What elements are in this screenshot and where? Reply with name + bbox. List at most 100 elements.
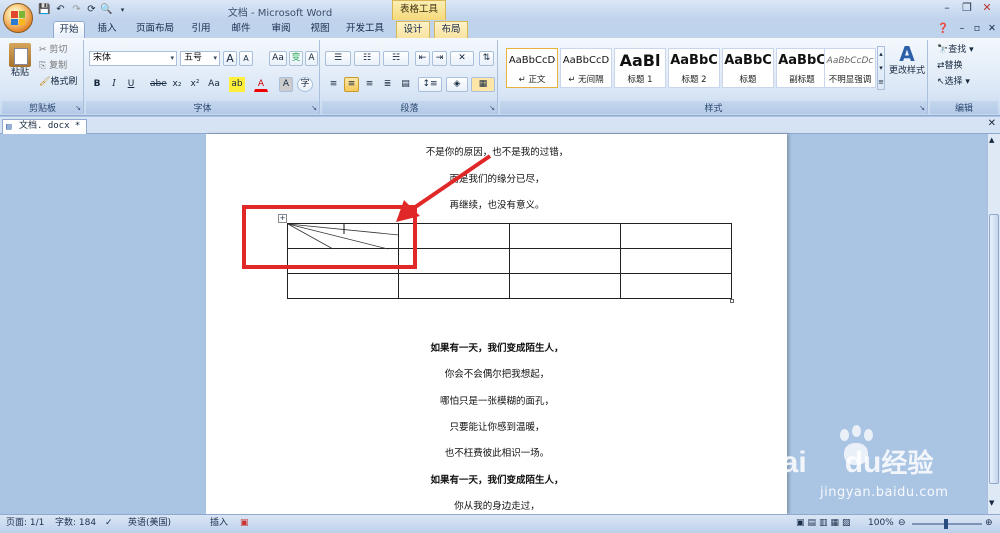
table-cell[interactable] [509,248,621,274]
tab-review[interactable]: 审阅 [264,21,298,38]
align-right-button[interactable]: ≡ [362,77,377,92]
table-cell[interactable] [509,273,621,299]
font-launcher-icon[interactable]: ↘ [311,104,317,112]
close-window-icon[interactable]: ✕ [977,2,997,16]
tab-view[interactable]: 视图 [303,21,337,38]
paste-button[interactable]: 粘贴 [6,42,34,86]
cut-button[interactable]: ✂ 剪切 [38,43,80,58]
style-no-spacing[interactable]: AaBbCcD ↵ 无间隔 [560,48,612,88]
highlight-button[interactable]: ab [229,77,245,92]
align-right-icon: ≡ [365,79,374,89]
table-cell[interactable] [620,273,732,299]
grow-font-button[interactable]: A [223,51,237,66]
table-cell[interactable] [620,223,732,249]
bullets-button[interactable]: ☰ [325,51,351,66]
scroll-up-icon[interactable]: ▲ [989,136,994,144]
numbering-button[interactable]: ☷ [354,51,380,66]
subscript-button[interactable]: x₂ [169,77,185,92]
zoom-in-icon[interactable]: ⊕ [985,515,993,532]
char-border-button[interactable]: A [305,51,318,66]
style-subtle-emphasis[interactable]: AaBbCcDc 不明显强调 [824,48,876,88]
italic-button[interactable]: I [107,77,121,92]
bold-button[interactable]: B [90,77,104,92]
borders-button[interactable]: ▦ [471,77,495,92]
change-case-button[interactable]: Aa [205,77,223,92]
font-group-label: 字体 [86,101,319,114]
macro-record-icon[interactable]: ▣ [240,515,249,532]
scrollbar-thumb[interactable] [989,214,999,484]
table-cell[interactable] [287,273,399,299]
clipboard-launcher-icon[interactable]: ↘ [75,104,81,112]
table-resize-handle-icon[interactable] [730,299,734,303]
char-shading-button[interactable]: A [279,77,293,92]
tab-developer[interactable]: 开发工具 [342,21,388,38]
table-cell[interactable] [398,273,510,299]
doc-close-icon[interactable]: ✕ [985,21,999,38]
superscript-button[interactable]: x² [187,77,203,92]
style-title[interactable]: AaBbC 标题 [722,48,774,88]
styles-launcher-icon[interactable]: ↘ [919,104,925,112]
table-cell[interactable] [509,223,621,249]
office-button[interactable] [3,3,33,33]
format-painter-button[interactable]: 🖌格式刷 [38,75,84,90]
shading-button[interactable]: ◈ [446,77,468,92]
view-buttons[interactable]: ▣▤▥▦▧ [796,515,854,532]
zoom-out-icon[interactable]: ⊖ [898,515,906,532]
align-left-button[interactable]: ≡ [326,77,341,92]
underline-button[interactable]: U [124,77,138,92]
multilevel-list-button[interactable]: ☵ [383,51,409,66]
shrink-font-button[interactable]: A [239,51,253,66]
change-styles-button[interactable]: A 更改样式 [888,42,926,88]
font-size-combo[interactable]: 五号 ▾ [180,51,220,66]
style-heading-1[interactable]: AaBl 标题 1 [614,48,666,88]
tab-references[interactable]: 引用 [184,21,218,38]
style-heading-2[interactable]: AaBbC 标题 2 [668,48,720,88]
insert-mode[interactable]: 插入 [210,515,228,532]
tab-insert[interactable]: 插入 [90,21,124,38]
select-button[interactable]: ↖选择 ▾ [936,75,992,90]
language-indicator[interactable]: 英语(美国) [128,515,171,532]
enclose-char-button[interactable]: 字 [297,77,313,92]
proofing-icon[interactable]: ✓ [105,515,113,532]
ribbon-minimize-icon[interactable]: – [955,21,969,38]
decrease-indent-button[interactable]: ⇤ [415,51,430,66]
tab-design[interactable]: 设计 [396,21,430,38]
tab-page-layout[interactable]: 页面布局 [132,21,178,38]
distribute-button[interactable]: ▤ [398,77,413,92]
tab-home[interactable]: 开始 [53,21,85,38]
document-tab[interactable]: ▤ 文档. docx * [2,119,88,134]
word-count[interactable]: 字数: 184 [55,515,96,532]
font-color-button[interactable]: A [254,77,268,92]
help-icon[interactable]: ❓ [936,21,950,38]
replace-button[interactable]: ⇄替换 [936,59,992,74]
tab-layout[interactable]: 布局 [434,21,468,38]
style-subtitle[interactable]: AaBbC 副标题 [776,48,828,88]
line-spacing-button[interactable]: ↕≡ [418,77,442,92]
increase-indent-button[interactable]: ⇥ [432,51,447,66]
copy-button[interactable]: ⎘ 复制 [38,59,80,74]
restore-icon[interactable]: ❐ [957,2,977,16]
styles-scroll-button[interactable]: ▴ ▾ ≡ [877,46,885,90]
table-cell[interactable] [620,248,732,274]
asian-layout-button[interactable]: ✕ [450,51,474,66]
window-title: 文档 - Microsoft Word [227,8,333,19]
doc-restore-icon[interactable]: ▫ [970,21,984,38]
find-button[interactable]: 🔭查找 ▾ [936,43,992,58]
paragraph-launcher-icon[interactable]: ↘ [489,104,495,112]
tab-mailings[interactable]: 邮件 [224,21,258,38]
font-name-combo[interactable]: 宋体 ▾ [89,51,177,66]
minimize-icon[interactable]: – [937,2,957,16]
clear-format-button[interactable]: Aa [269,51,287,66]
zoom-level[interactable]: 100% [868,515,894,532]
zoom-slider[interactable] [912,519,982,529]
style-normal[interactable]: AaBbCcD ↵ 正文 [506,48,558,88]
phonetic-guide-button[interactable]: 变 [289,51,303,66]
doc-tab-close-icon[interactable]: ✕ [988,118,996,129]
strikethrough-button[interactable]: abe [149,77,167,92]
sort-button[interactable]: ⇅ [479,51,494,66]
align-center-button[interactable]: ≡ [344,77,359,92]
cursor-icon: ↖ [937,77,945,87]
justify-button[interactable]: ≣ [380,77,395,92]
style-sample: AaBbC [778,53,826,68]
page-count[interactable]: 页面: 1/1 [6,515,44,532]
